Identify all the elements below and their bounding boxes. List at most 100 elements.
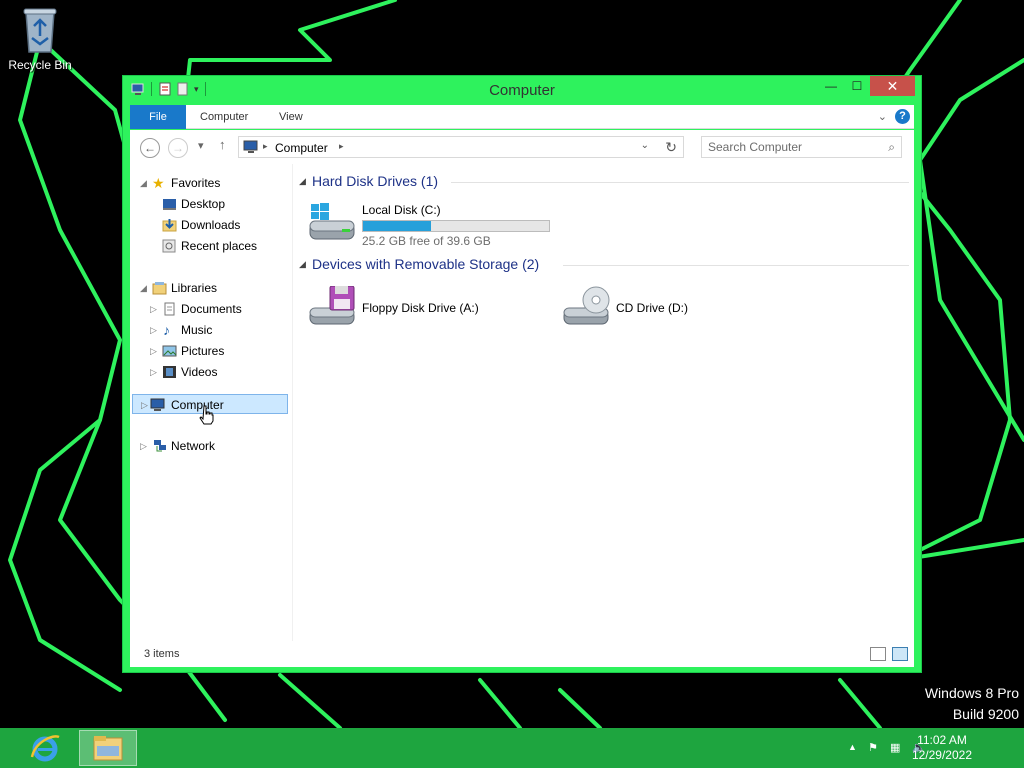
nav-pictures[interactable]: ▷ Pictures (140, 341, 280, 361)
recycle-bin-label: Recycle Bin (8, 58, 72, 72)
star-icon: ★ (152, 175, 165, 191)
taskbar-file-explorer[interactable] (79, 730, 137, 766)
title-bar[interactable]: ▾ Computer — ☐ ✕ (123, 76, 921, 104)
group-removable-storage[interactable]: ◢ Devices with Removable Storage (2) (299, 256, 909, 274)
recycle-bin-shortcut[interactable]: Recycle Bin (6, 6, 74, 72)
file-explorer-icon (93, 736, 123, 761)
window-title: Computer (489, 82, 555, 99)
internet-explorer-icon (30, 735, 60, 762)
collapse-icon[interactable]: ◢ (299, 259, 306, 270)
nav-label: Videos (181, 365, 218, 379)
address-dropdown-icon[interactable]: ⌄ (641, 140, 649, 151)
back-button[interactable]: ← (140, 138, 160, 158)
search-box: ⌕ (701, 136, 902, 158)
up-arrow-icon[interactable]: ↑ (219, 137, 226, 152)
network-icon (154, 440, 166, 452)
breadcrumb-separator-icon[interactable]: ▸ (263, 141, 268, 152)
search-icon[interactable]: ⌕ (888, 140, 895, 155)
drive-usage-bar (362, 220, 550, 232)
search-input[interactable] (702, 137, 877, 157)
taskbar-internet-explorer[interactable] (16, 730, 74, 766)
nav-music[interactable]: ▷ ♪ Music (140, 320, 280, 340)
hand-cursor-icon (199, 405, 214, 425)
taskbar: ▲ ⚑ ▦ 🔈 11:02 AM 12/29/2022 (0, 728, 1024, 768)
recent-places-icon (162, 239, 176, 253)
breadcrumb-computer[interactable]: Computer (275, 141, 328, 155)
forward-button[interactable]: → (168, 138, 188, 158)
drive-name: CD Drive (D:) (616, 301, 688, 315)
nav-label: Desktop (181, 197, 226, 211)
nav-downloads[interactable]: Downloads (140, 215, 280, 235)
group-divider (563, 265, 909, 266)
large-icons-view-icon[interactable] (892, 647, 908, 661)
navigation-bar: ← → ▾ ↑ ▸ Computer ▸ ⌄ ↻ ⌕ (130, 130, 914, 164)
collapse-icon[interactable]: ◢ (140, 278, 150, 298)
group-hard-disk-drives[interactable]: ◢ Hard Disk Drives (1) (299, 173, 909, 191)
navigation-pane: ◢ ★ Favorites Desktop Downloads Recent p… (130, 164, 292, 641)
clock-time: 11:02 AM (917, 733, 967, 747)
show-hidden-icons-icon[interactable]: ▲ (848, 742, 857, 752)
maximize-button[interactable]: ☐ (844, 76, 870, 96)
nav-videos[interactable]: ▷ Videos (140, 362, 280, 382)
drive-cd-d[interactable]: CD Drive (D:) (562, 286, 802, 332)
expand-icon[interactable]: ▷ (150, 299, 160, 319)
clock[interactable]: 11:02 AM 12/29/2022 (912, 733, 972, 763)
nav-label: Documents (181, 302, 242, 316)
nav-recent-places[interactable]: Recent places (140, 236, 280, 256)
nav-network[interactable]: ▷ Network (140, 436, 280, 456)
drive-local-disk-c[interactable]: Local Disk (C:) 25.2 GB free of 39.6 GB (308, 203, 558, 253)
downloads-icon (162, 219, 177, 232)
collapse-icon[interactable]: ◢ (299, 176, 306, 187)
expand-icon[interactable]: ▷ (150, 362, 160, 382)
address-bar[interactable]: ▸ Computer ▸ ⌄ ↻ (238, 136, 684, 158)
details-view-icon[interactable] (870, 647, 886, 661)
refresh-icon[interactable]: ↻ (665, 139, 677, 156)
status-bar: 3 items (130, 641, 914, 667)
collapse-icon[interactable]: ◢ (140, 173, 150, 193)
nav-label: Network (171, 439, 216, 453)
hard-drive-windows-icon (309, 203, 355, 240)
tab-computer[interactable]: Computer (200, 105, 248, 129)
documents-icon (164, 302, 175, 316)
tab-file[interactable]: File (130, 105, 186, 129)
ribbon: File Computer View ⌄ ? (130, 105, 914, 129)
close-button[interactable]: ✕ (870, 76, 915, 96)
back-arrow-icon: ← (144, 141, 156, 155)
expand-icon[interactable]: ▷ (150, 341, 160, 361)
nav-desktop[interactable]: Desktop (140, 194, 280, 214)
expand-ribbon-icon[interactable]: ⌄ (878, 110, 887, 123)
computer-icon (243, 140, 258, 153)
pictures-icon (162, 345, 177, 357)
nav-computer[interactable]: ▷ Computer (132, 394, 288, 425)
cd-drive-icon (563, 286, 610, 325)
network-status-icon[interactable]: ▦ (890, 741, 900, 754)
content-pane: ◢ Hard Disk Drives (1) Local Disk (C:) 2… (292, 164, 914, 641)
expand-icon[interactable]: ▷ (140, 436, 150, 456)
close-icon: ✕ (886, 77, 899, 94)
expand-icon[interactable]: ▷ (150, 320, 160, 340)
tab-view[interactable]: View (279, 105, 303, 129)
clock-date: 12/29/2022 (911, 748, 972, 762)
nav-libraries[interactable]: ◢ Libraries (140, 278, 280, 298)
nav-label: Music (181, 323, 213, 337)
minimize-button[interactable]: — (818, 76, 844, 96)
group-title: Hard Disk Drives (1) (312, 173, 439, 189)
help-icon[interactable]: ? (895, 109, 910, 124)
recent-locations-icon[interactable]: ▾ (198, 139, 204, 152)
minimize-icon: — (825, 79, 837, 93)
window-controls: — ☐ ✕ (818, 76, 915, 96)
item-count: 3 items (144, 648, 180, 660)
nav-label: Computer (171, 398, 224, 412)
nav-label: Libraries (171, 281, 218, 295)
recycle-bin-icon (23, 8, 57, 53)
nav-documents[interactable]: ▷ Documents (140, 299, 280, 319)
music-icon: ♪ (163, 322, 170, 338)
watermark-edition: Windows 8 Pro (924, 685, 1019, 701)
breadcrumb-chevron-icon[interactable]: ▸ (339, 141, 344, 152)
forward-arrow-icon: → (172, 141, 184, 155)
action-center-flag-icon[interactable]: ⚑ (868, 741, 878, 754)
drive-floppy-a[interactable]: Floppy Disk Drive (A:) (308, 286, 548, 332)
nav-label: Downloads (181, 218, 241, 232)
nav-favorites[interactable]: ◢ ★ Favorites (140, 173, 280, 193)
desktop-icon (163, 199, 176, 210)
